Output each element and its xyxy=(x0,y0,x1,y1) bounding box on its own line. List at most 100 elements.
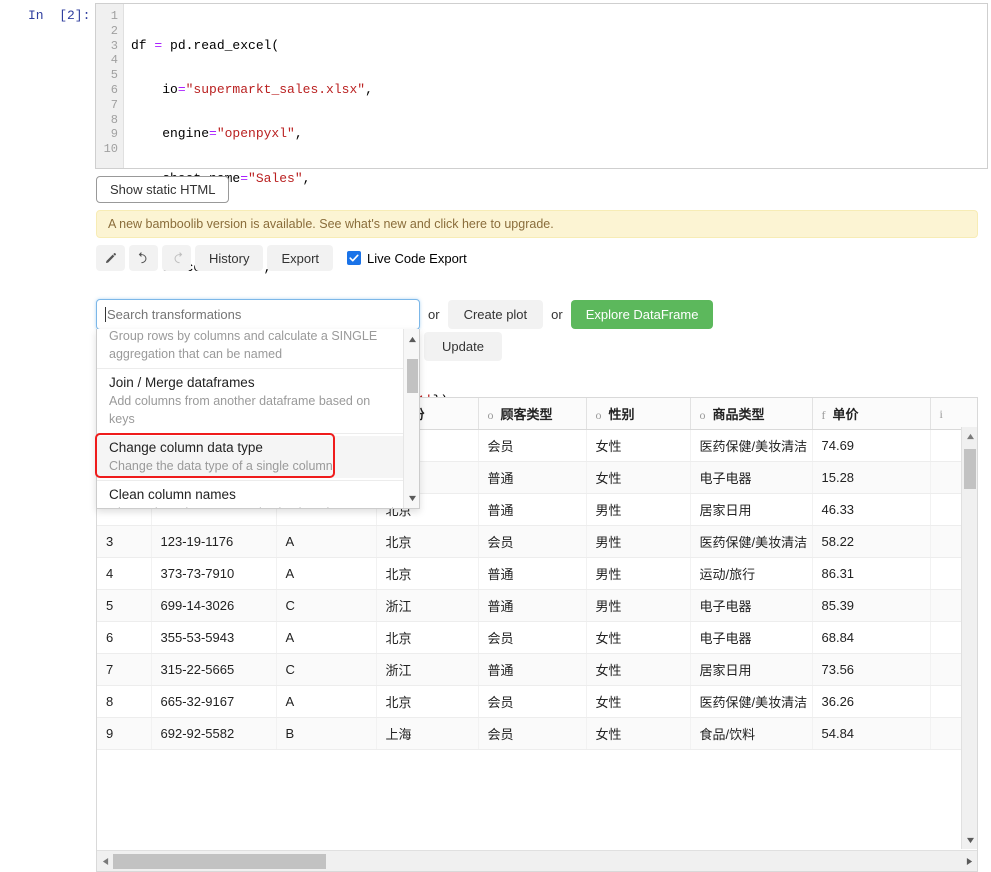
history-button[interactable]: History xyxy=(195,245,264,271)
dropdown-scroll-thumb[interactable] xyxy=(407,359,418,393)
cell-invoice: 355-53-5943 xyxy=(151,621,277,654)
cell-customer-type: 会员 xyxy=(478,621,587,654)
code-line: sheet_name="Sales", xyxy=(162,170,311,186)
cell-gender: 女性 xyxy=(586,621,691,654)
line-number: 1 xyxy=(110,9,118,23)
search-row: Search transformations or Create plot or… xyxy=(96,299,714,330)
code-text[interactable]: df = pd.read_excel( io="supermarkt_sales… xyxy=(124,4,987,452)
cell-invoice: 123-19-1176 xyxy=(151,525,277,558)
scroll-left-arrow-icon[interactable] xyxy=(97,851,113,872)
cell-customer-type: 会员 xyxy=(478,717,587,750)
redo-icon-button[interactable] xyxy=(162,245,191,271)
horizontal-scroll-track[interactable] xyxy=(113,851,961,872)
cell-unit-price: 86.31 xyxy=(812,557,931,590)
cell-customer-type: 会员 xyxy=(478,685,587,718)
code-editor[interactable]: 1 2 3 4 5 6 7 8 9 10 df = pd.read_excel(… xyxy=(95,3,988,452)
cell-product-type: 电子电器 xyxy=(690,589,813,622)
cell-customer-type: 普通 xyxy=(478,653,587,686)
cell-gender: 女性 xyxy=(586,653,691,686)
vertical-scroll-thumb[interactable] xyxy=(964,449,976,489)
redo-icon xyxy=(170,251,184,265)
show-static-html-row: Show static HTML xyxy=(96,176,230,203)
dropdown-item-title: Join / Merge dataframes xyxy=(109,375,255,390)
cell-index: 5 xyxy=(97,589,152,622)
or-label-2: or xyxy=(551,307,563,322)
pencil-icon-button[interactable] xyxy=(96,245,125,271)
table-row[interactable]: 9 692-92-5582 B 上海 会员 女性 食品/饮料 54.84 xyxy=(97,717,977,750)
cell-customer-type: 普通 xyxy=(478,557,587,590)
cell-invoice: 699-14-3026 xyxy=(151,589,277,622)
cell-province: 浙江 xyxy=(376,589,479,622)
cell-customer-type: 普通 xyxy=(478,493,587,526)
cell-province: 北京 xyxy=(376,621,479,654)
table-vertical-scrollbar[interactable] xyxy=(961,427,977,849)
export-button[interactable]: Export xyxy=(267,245,334,271)
dropdown-scrollbar[interactable] xyxy=(403,329,419,508)
dropdown-divider xyxy=(97,368,405,369)
notebook-input-cell: In [2]: 1 2 3 4 5 6 7 8 9 10 df = pd.rea… xyxy=(0,0,991,452)
undo-icon xyxy=(137,251,151,265)
line-number: 6 xyxy=(110,82,118,97)
cell-branch: C xyxy=(276,653,377,686)
cell-unit-price: 46.33 xyxy=(812,493,931,526)
cell-province: 浙江 xyxy=(376,653,479,686)
table-row[interactable]: 4 373-73-7910 A 北京 普通 男性 运动/旅行 86.31 xyxy=(97,557,977,590)
dropdown-item-title: Clean column names xyxy=(109,487,236,502)
cell-province: 北京 xyxy=(376,525,479,558)
scroll-up-arrow-icon[interactable] xyxy=(962,428,977,444)
cell-customer-type: 普通 xyxy=(478,589,587,622)
cell-gender: 男性 xyxy=(586,493,691,526)
update-button[interactable]: Update xyxy=(424,332,502,361)
explore-dataframe-button[interactable]: Explore DataFrame xyxy=(570,300,714,329)
line-number: 4 xyxy=(110,53,118,68)
cell-index: 8 xyxy=(97,685,152,718)
search-input[interactable]: Search transformations xyxy=(96,299,420,330)
dropdown-scroll-up-arrow-icon[interactable] xyxy=(404,331,419,347)
cell-branch: A xyxy=(276,621,377,654)
cell-unit-price: 36.26 xyxy=(812,685,931,718)
cell-product-type: 医药保健/美妆清洁 xyxy=(690,685,813,718)
column-header-gender[interactable]: o 性别 xyxy=(586,398,691,430)
table-row[interactable]: 6 355-53-5943 A 北京 会员 女性 电子电器 68.84 xyxy=(97,621,977,654)
table-row[interactable]: 8 665-32-9167 A 北京 会员 女性 医药保健/美妆清洁 36.26 xyxy=(97,685,977,718)
cell-gender: 女性 xyxy=(586,461,691,494)
show-static-html-button[interactable]: Show static HTML xyxy=(96,176,230,203)
code-line: engine="openpyxl", xyxy=(131,126,303,142)
dropdown-item-title: Change column data type xyxy=(109,440,263,455)
column-header-customer-type[interactable]: o 顾客类型 xyxy=(478,398,587,430)
transformations-dropdown[interactable]: Group by and aggregate (SINGLE) Group ro… xyxy=(96,329,420,509)
dropdown-item-group-by[interactable]: Group by and aggregate (SINGLE) Group ro… xyxy=(97,329,405,366)
dropdown-scroll-down-arrow-icon[interactable] xyxy=(404,490,419,506)
cell-index: 3 xyxy=(97,525,152,558)
pencil-icon xyxy=(104,252,117,265)
table-row[interactable]: 3 123-19-1176 A 北京 会员 男性 医药保健/美妆清洁 58.22 xyxy=(97,525,977,558)
cell-product-type: 运动/旅行 xyxy=(690,557,813,590)
column-header-unit-price[interactable]: f 单价 xyxy=(812,398,931,430)
horizontal-scroll-thumb[interactable] xyxy=(113,853,326,869)
table-horizontal-scrollbar[interactable] xyxy=(97,850,977,871)
live-code-export-checkbox[interactable] xyxy=(347,251,362,265)
live-code-export-group: Live Code Export xyxy=(347,251,467,266)
version-warning-banner[interactable]: A new bamboolib version is available. Se… xyxy=(96,210,978,238)
dropdown-item-change-column-data-type[interactable]: Change column data type Change the data … xyxy=(97,436,405,478)
cell-branch: A xyxy=(276,525,377,558)
table-row[interactable]: 7 315-22-5665 C 浙江 普通 女性 居家日用 73.56 xyxy=(97,653,977,686)
cell-invoice: 315-22-5665 xyxy=(151,653,277,686)
cell-gender: 女性 xyxy=(586,717,691,750)
column-header-product-type[interactable]: o 商品类型 xyxy=(690,398,813,430)
dropdown-item-clean-column-names[interactable]: Clean column names Cleans the column nam… xyxy=(97,483,405,508)
table-row[interactable]: 5 699-14-3026 C 浙江 普通 男性 电子电器 85.39 xyxy=(97,589,977,622)
scroll-right-arrow-icon[interactable] xyxy=(961,851,977,872)
undo-icon-button[interactable] xyxy=(129,245,158,271)
cell-customer-type: 会员 xyxy=(478,429,587,462)
cell-product-type: 居家日用 xyxy=(690,653,813,686)
search-placeholder: Search transformations xyxy=(107,307,242,322)
dropdown-list: Group by and aggregate (SINGLE) Group ro… xyxy=(97,329,405,508)
dropdown-item-join-merge[interactable]: Join / Merge dataframes Add columns from… xyxy=(97,371,405,431)
column-header-quantity[interactable]: i xyxy=(930,398,977,430)
version-warning-text: A new bamboolib version is available. Se… xyxy=(108,217,554,231)
create-plot-button[interactable]: Create plot xyxy=(447,300,544,329)
scroll-down-arrow-icon[interactable] xyxy=(962,832,977,848)
dropdown-scrollport: Group by and aggregate (SINGLE) Group ro… xyxy=(97,329,405,508)
live-code-export-label: Live Code Export xyxy=(367,250,467,266)
